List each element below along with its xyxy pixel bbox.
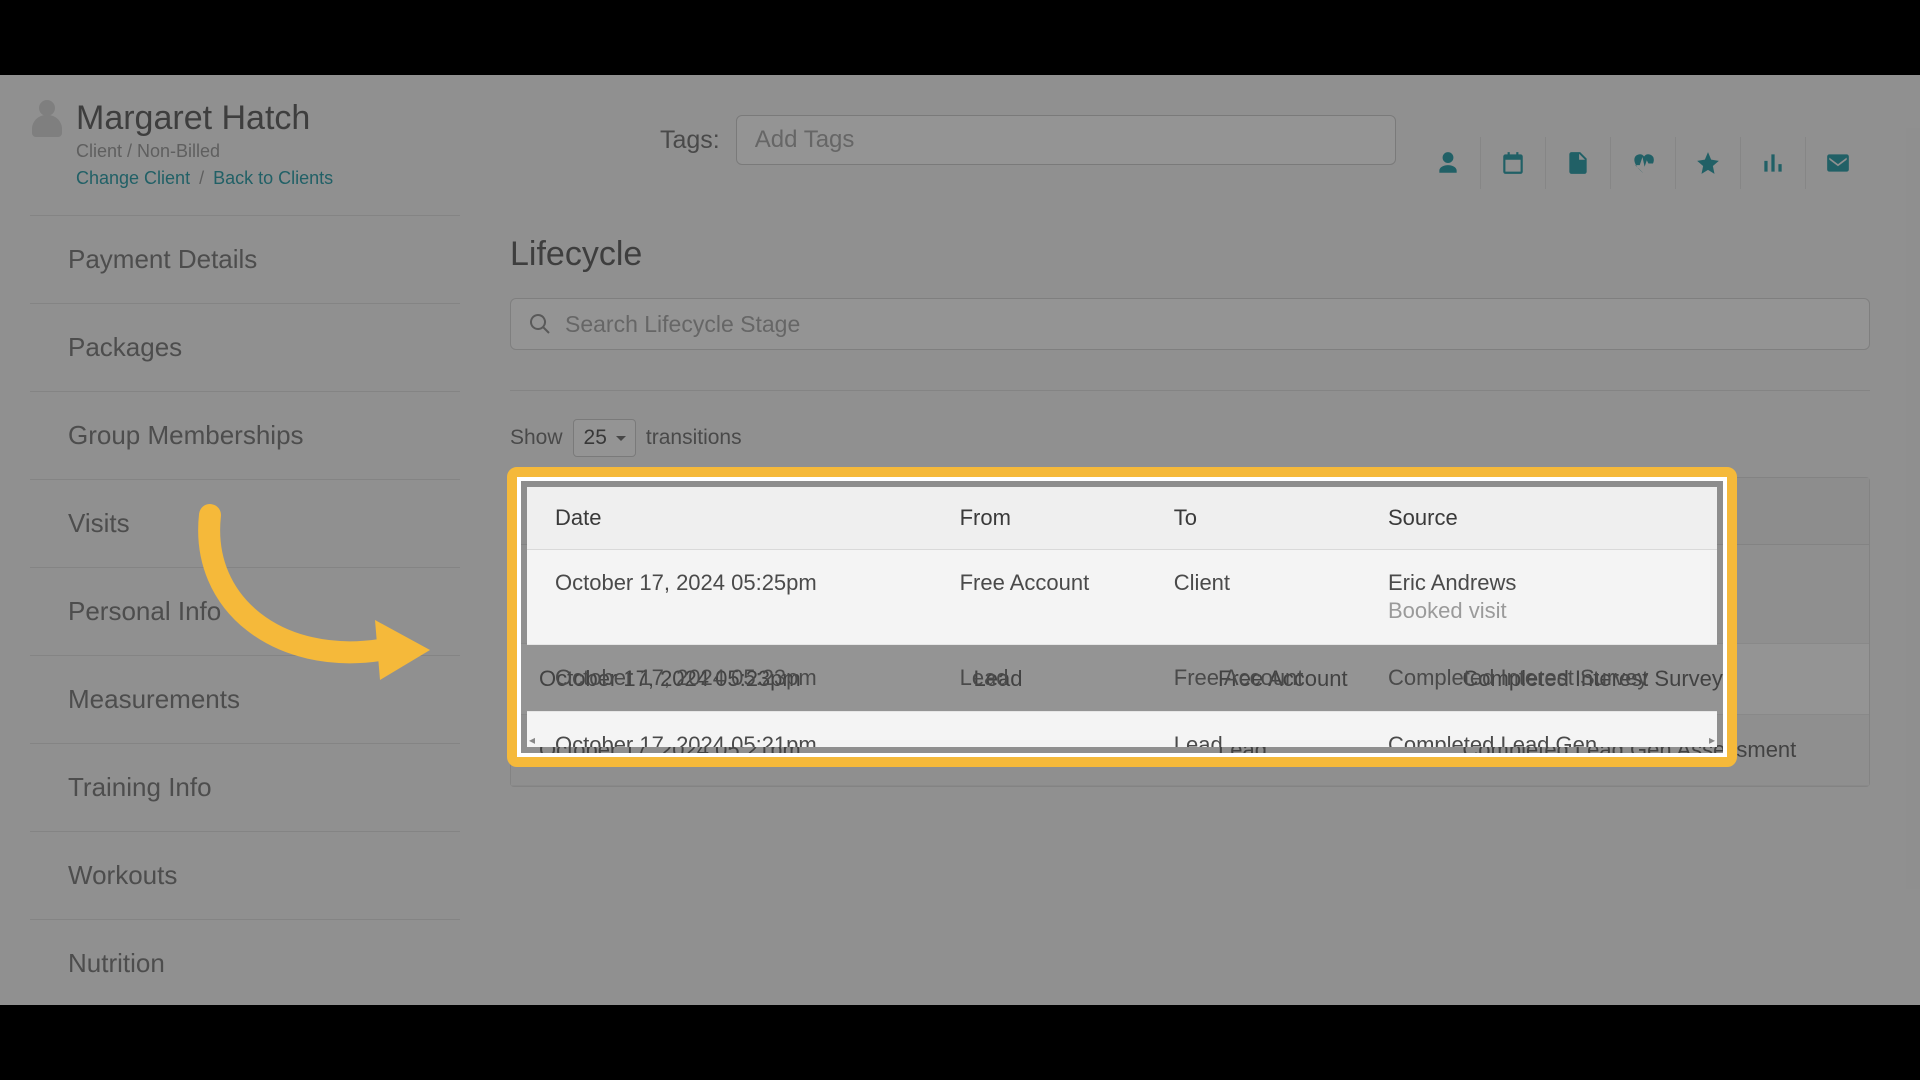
calendar-icon[interactable] bbox=[1480, 137, 1545, 189]
divider bbox=[510, 390, 1870, 391]
star-icon[interactable] bbox=[1675, 137, 1740, 189]
tags-row: Tags: bbox=[660, 115, 1396, 165]
show-count-value: 25 bbox=[584, 426, 607, 450]
lifecycle-search-input[interactable] bbox=[510, 298, 1870, 350]
show-label-post: transitions bbox=[646, 426, 742, 450]
search-wrap bbox=[510, 298, 1870, 350]
client-header: Margaret Hatch Client / Non-Billed Chang… bbox=[30, 100, 333, 189]
show-label-pre: Show bbox=[510, 426, 563, 450]
heartbeat-icon[interactable] bbox=[1610, 137, 1675, 189]
search-icon bbox=[528, 312, 552, 336]
header-icon-strip bbox=[1415, 137, 1870, 189]
lifecycle-table-highlight: Date From To Source October 17, 2024 05:… bbox=[527, 487, 1717, 747]
file-icon[interactable] bbox=[1545, 137, 1610, 189]
letterbox-bottom bbox=[0, 1005, 1920, 1080]
annotation-arrow-icon bbox=[180, 495, 440, 710]
client-name: Margaret Hatch bbox=[76, 100, 333, 137]
letterbox-top bbox=[0, 0, 1920, 75]
show-transitions-row: Show 25 transitions bbox=[510, 419, 1870, 457]
tags-input[interactable] bbox=[736, 115, 1396, 165]
sidebar-item-payment-details[interactable]: Payment Details bbox=[30, 216, 460, 304]
sidebar-item-workouts[interactable]: Workouts bbox=[30, 832, 460, 920]
person-icon[interactable] bbox=[1415, 137, 1480, 189]
sidebar-item-training-info[interactable]: Training Info bbox=[30, 744, 460, 832]
page-title: Lifecycle bbox=[510, 235, 1870, 274]
annotation-highlight-box: Date From To Source October 17, 2024 05:… bbox=[507, 467, 1737, 767]
barchart-icon[interactable] bbox=[1740, 137, 1805, 189]
tags-label: Tags: bbox=[660, 126, 720, 155]
client-links: Change Client / Back to Clients bbox=[76, 168, 333, 189]
sidebar-item-nutrition[interactable]: Nutrition bbox=[30, 920, 460, 1005]
change-client-link[interactable]: Change Client bbox=[76, 168, 190, 188]
app-screen: Margaret Hatch Client / Non-Billed Chang… bbox=[0, 75, 1920, 1005]
mail-icon[interactable] bbox=[1805, 137, 1870, 189]
show-count-select[interactable]: 25 bbox=[573, 419, 636, 457]
separator: / bbox=[199, 168, 204, 188]
sidebar-item-group-memberships[interactable]: Group Memberships bbox=[30, 392, 460, 480]
sidebar-item-packages[interactable]: Packages bbox=[30, 304, 460, 392]
back-to-clients-link[interactable]: Back to Clients bbox=[213, 168, 333, 188]
avatar-placeholder-icon bbox=[30, 100, 64, 138]
client-subtitle: Client / Non-Billed bbox=[76, 141, 333, 162]
